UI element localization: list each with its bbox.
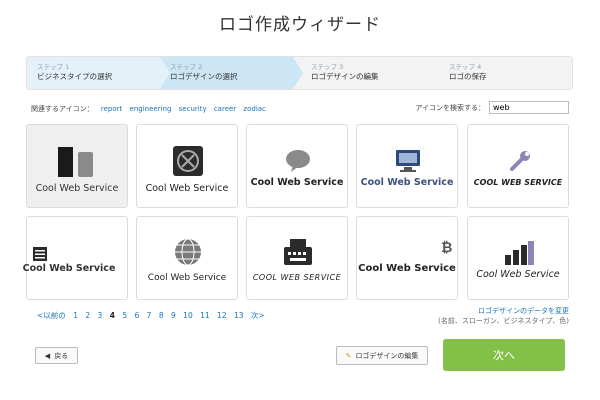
bar-chart-icon	[505, 241, 534, 265]
edit-logo-button[interactable]: ✎ ロゴデザインの編集	[336, 346, 428, 365]
related-icons: 関連するアイコン： report engineering security ca…	[31, 104, 266, 114]
globe-icon	[175, 238, 201, 266]
logo-card-2-text: Cool Web Service	[145, 183, 229, 194]
pager-page[interactable]: 13	[234, 311, 244, 320]
edit-logo-data: ロゴデザインのデータを変更 (名前、スローガン、ビジネスタイプ、色)	[438, 306, 569, 326]
logo-card-5-text: COOL WEB SERVICE	[473, 178, 563, 187]
edit-logo-data-link[interactable]: ロゴデザインのデータを変更	[438, 306, 569, 316]
pager-page[interactable]: 6	[134, 311, 139, 320]
logo-card-4[interactable]: Cool Web Service	[356, 124, 458, 208]
logo-card-3-text: Cool Web Service	[250, 177, 344, 188]
pager-page[interactable]: 9	[171, 311, 176, 320]
step-2-label: ロゴデザインの選択	[170, 72, 238, 81]
related-tag-report[interactable]: report	[101, 105, 122, 113]
pager-next[interactable]: 次>	[251, 311, 265, 320]
computer-monitor-icon	[396, 150, 420, 172]
related-tag-zodiac[interactable]: zodiac	[243, 105, 265, 113]
pager-page[interactable]: 2	[85, 311, 90, 320]
step-1-label: ビジネスタイプの選択	[37, 72, 112, 81]
safe-icon	[173, 146, 203, 176]
pager-page[interactable]: 8	[159, 311, 164, 320]
typewriter-icon	[284, 239, 312, 265]
pencil-icon: ✎	[345, 351, 352, 360]
wrench-icon	[510, 151, 530, 171]
related-tag-career[interactable]: career	[214, 105, 236, 113]
logo-card-1-text: Cool Web Service	[35, 183, 119, 194]
icon-search: アイコンを検索する：	[415, 101, 569, 114]
pager-page[interactable]: 7	[147, 311, 152, 320]
related-tag-engineering[interactable]: engineering	[130, 105, 172, 113]
step-3-label: ロゴデザインの編集	[311, 72, 379, 81]
icon-search-input[interactable]	[489, 101, 569, 114]
logo-card-10[interactable]: Cool Web Service	[467, 216, 569, 300]
two-blocks-icon	[58, 147, 93, 177]
pager-page[interactable]: 3	[98, 311, 103, 320]
related-icons-label: 関連するアイコン：	[31, 105, 94, 113]
step-1[interactable]: ステップ 1 ビジネスタイプの選択	[27, 57, 170, 89]
edit-logo-data-hint: (名前、スローガン、ビジネスタイプ、色)	[438, 317, 569, 325]
logo-card-7[interactable]: Cool Web Service	[136, 216, 238, 300]
step-1-number: ステップ 1	[37, 63, 70, 71]
step-4-number: ステップ 4	[449, 63, 482, 71]
step-4-label: ロゴの保存	[449, 72, 487, 81]
logo-card-8[interactable]: COOL WEB SERVICE	[246, 216, 348, 300]
pager-prev[interactable]: <以前の	[37, 311, 66, 320]
step-3: ステップ 3 ロゴデザインの編集	[293, 57, 434, 89]
pager-page[interactable]: 10	[183, 311, 193, 320]
related-tag-security[interactable]: security	[179, 105, 207, 113]
pagination: <以前の 1 2 3 4 5 6 7 8 9 10 11 12 13 次>	[37, 310, 270, 321]
logo-card-7-text: Cool Web Service	[147, 273, 227, 283]
list-icon	[33, 247, 47, 261]
logo-card-5[interactable]: COOL WEB SERVICE	[467, 124, 569, 208]
step-2-number: ステップ 2	[170, 63, 203, 71]
next-button[interactable]: 次へ	[443, 339, 565, 371]
icon-search-label: アイコンを検索する：	[415, 103, 485, 112]
logo-card-6-text: Cool Web Service	[22, 263, 116, 274]
back-button[interactable]: ◀ 戻る	[35, 347, 78, 364]
bitcoin-icon: ₿	[441, 240, 453, 256]
arrow-left-icon: ◀	[44, 351, 51, 360]
step-3-number: ステップ 3	[311, 63, 344, 71]
back-button-label: 戻る	[54, 351, 69, 360]
logo-card-3[interactable]: Cool Web Service	[246, 124, 348, 208]
wizard-steps: ステップ 1 ビジネスタイプの選択 ステップ 2 ロゴデザインの選択 ステップ …	[26, 56, 573, 90]
edit-logo-button-label: ロゴデザインの編集	[355, 351, 419, 360]
page-title: ロゴ作成ウィザード	[219, 15, 381, 35]
logo-card-8-text: COOL WEB SERVICE	[252, 273, 342, 282]
pager-page[interactable]: 1	[73, 311, 78, 320]
logo-card-9[interactable]: ₿ Cool Web Service	[356, 216, 458, 300]
speech-bubble-icon	[286, 150, 310, 172]
step-4: ステップ 4 ロゴの保存	[434, 57, 572, 89]
logo-card-2[interactable]: Cool Web Service	[136, 124, 238, 208]
step-2[interactable]: ステップ 2 ロゴデザインの選択	[160, 57, 303, 89]
pager-page[interactable]: 12	[217, 311, 227, 320]
logo-card-6[interactable]: Cool Web Service	[23, 216, 128, 300]
logo-card-1[interactable]: Cool Web Service	[26, 124, 128, 208]
logo-card-9-text: Cool Web Service	[358, 263, 456, 274]
pager-page-current: 4	[109, 311, 115, 320]
logo-card-4-text: Cool Web Service	[360, 177, 454, 188]
pager-page[interactable]: 5	[122, 311, 127, 320]
logo-card-10-text: Cool Web Service	[476, 269, 560, 280]
pager-page[interactable]: 11	[200, 311, 210, 320]
